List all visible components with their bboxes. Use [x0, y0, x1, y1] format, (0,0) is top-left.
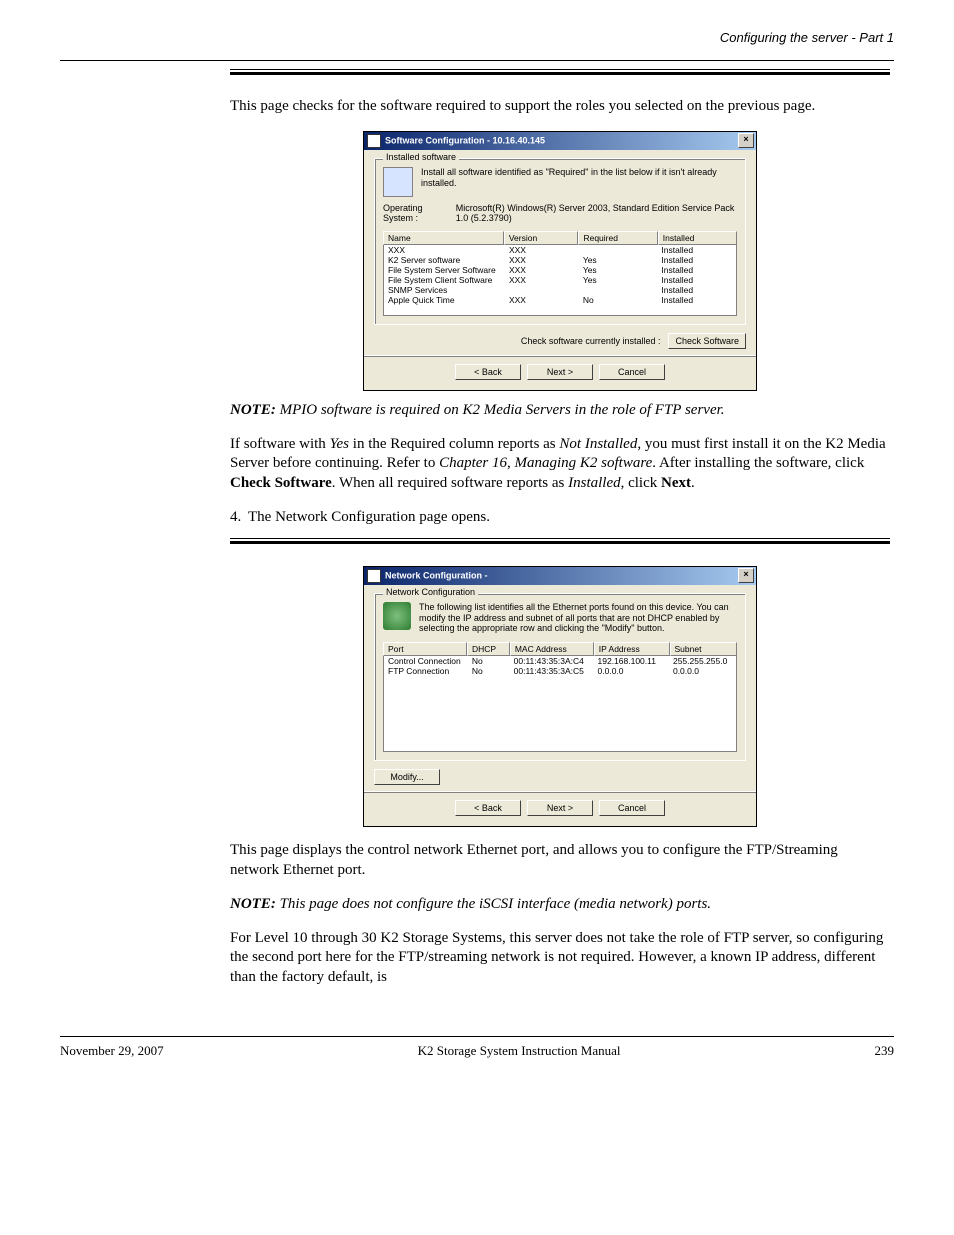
close-icon[interactable]: ×: [738, 568, 754, 583]
col-installed[interactable]: Installed: [658, 231, 737, 245]
dialog-message: The following list identifies all the Et…: [419, 602, 737, 634]
network-config-group: Network Configuration The following list…: [374, 593, 746, 761]
check-label: Check software currently installed :: [521, 336, 661, 346]
body-text: For Level 10 through 30 K2 Storage Syste…: [230, 929, 890, 988]
network-list[interactable]: Control ConnectionNo00:11:43:35:3A:C4192…: [383, 656, 737, 752]
back-button[interactable]: < Back: [455, 364, 521, 380]
col-ip[interactable]: IP Address: [594, 642, 670, 656]
installed-software-group: Installed software Install all software …: [374, 158, 746, 325]
footer-date: November 29, 2007: [60, 1043, 164, 1059]
col-name[interactable]: Name: [383, 231, 504, 245]
group-label: Network Configuration: [383, 587, 478, 597]
header-breadcrumb: Configuring the server - Part 1: [60, 30, 894, 45]
table-row[interactable]: Control ConnectionNo00:11:43:35:3A:C4192…: [384, 656, 736, 666]
back-button[interactable]: < Back: [455, 800, 521, 816]
next-button[interactable]: Next >: [527, 800, 593, 816]
note: NOTE: MPIO software is required on K2 Me…: [230, 401, 890, 421]
section-divider: [230, 538, 890, 544]
col-mac[interactable]: MAC Address: [510, 642, 594, 656]
body-text: This page checks for the software requir…: [230, 97, 890, 117]
software-icon: [383, 167, 413, 197]
table-row[interactable]: File System Server SoftwareXXXYesInstall…: [384, 265, 736, 275]
footer: November 29, 2007 K2 Storage System Inst…: [60, 1036, 894, 1059]
col-required[interactable]: Required: [578, 231, 657, 245]
group-label: Installed software: [383, 152, 459, 162]
network-icon: [383, 602, 411, 630]
os-value: Microsoft(R) Windows(R) Server 2003, Sta…: [456, 203, 737, 223]
note: NOTE: This page does not configure the i…: [230, 895, 890, 915]
modify-button[interactable]: Modify...: [374, 769, 440, 785]
app-icon: [367, 134, 381, 148]
os-label: Operating System :: [383, 203, 450, 223]
list-header: Name Version Required Installed: [383, 231, 737, 245]
table-row[interactable]: XXXXXXInstalled: [384, 245, 736, 255]
dialog-title: Network Configuration -: [385, 570, 488, 580]
col-version[interactable]: Version: [504, 231, 579, 245]
check-software-button[interactable]: Check Software: [668, 333, 746, 349]
cancel-button[interactable]: Cancel: [599, 800, 665, 816]
table-row[interactable]: K2 Server softwareXXXYesInstalled: [384, 255, 736, 265]
col-port[interactable]: Port: [383, 642, 467, 656]
cancel-button[interactable]: Cancel: [599, 364, 665, 380]
section-divider: [230, 69, 890, 75]
col-subnet[interactable]: Subnet: [670, 642, 738, 656]
table-row[interactable]: FTP ConnectionNo00:11:43:35:3A:C50.0.0.0…: [384, 666, 736, 676]
close-icon[interactable]: ×: [738, 133, 754, 148]
titlebar: Software Configuration - 10.16.40.145 ×: [364, 132, 756, 150]
list-header: Port DHCP MAC Address IP Address Subnet: [383, 642, 737, 656]
software-config-dialog: Software Configuration - 10.16.40.145 × …: [363, 131, 757, 391]
titlebar: Network Configuration - ×: [364, 567, 756, 585]
dialog-message: Install all software identified as "Requ…: [421, 167, 737, 189]
app-icon: [367, 569, 381, 583]
footer-page: 239: [874, 1043, 894, 1059]
table-row[interactable]: Apple Quick TimeXXXNoInstalled: [384, 295, 736, 305]
footer-title: K2 Storage System Instruction Manual: [418, 1043, 621, 1059]
col-dhcp[interactable]: DHCP: [467, 642, 510, 656]
network-config-dialog: Network Configuration - × Network Config…: [363, 566, 757, 827]
dialog-title: Software Configuration - 10.16.40.145: [385, 135, 545, 145]
body-text: This page displays the control network E…: [230, 841, 890, 881]
step: 4. The Network Configuration page opens.: [230, 508, 890, 528]
table-row[interactable]: SNMP ServicesInstalled: [384, 285, 736, 295]
next-button[interactable]: Next >: [527, 364, 593, 380]
table-row[interactable]: File System Client SoftwareXXXYesInstall…: [384, 275, 736, 285]
body-text: If software with Yes in the Required col…: [230, 435, 890, 494]
divider: [60, 60, 894, 61]
software-list[interactable]: XXXXXXInstalledK2 Server softwareXXXYesI…: [383, 245, 737, 316]
